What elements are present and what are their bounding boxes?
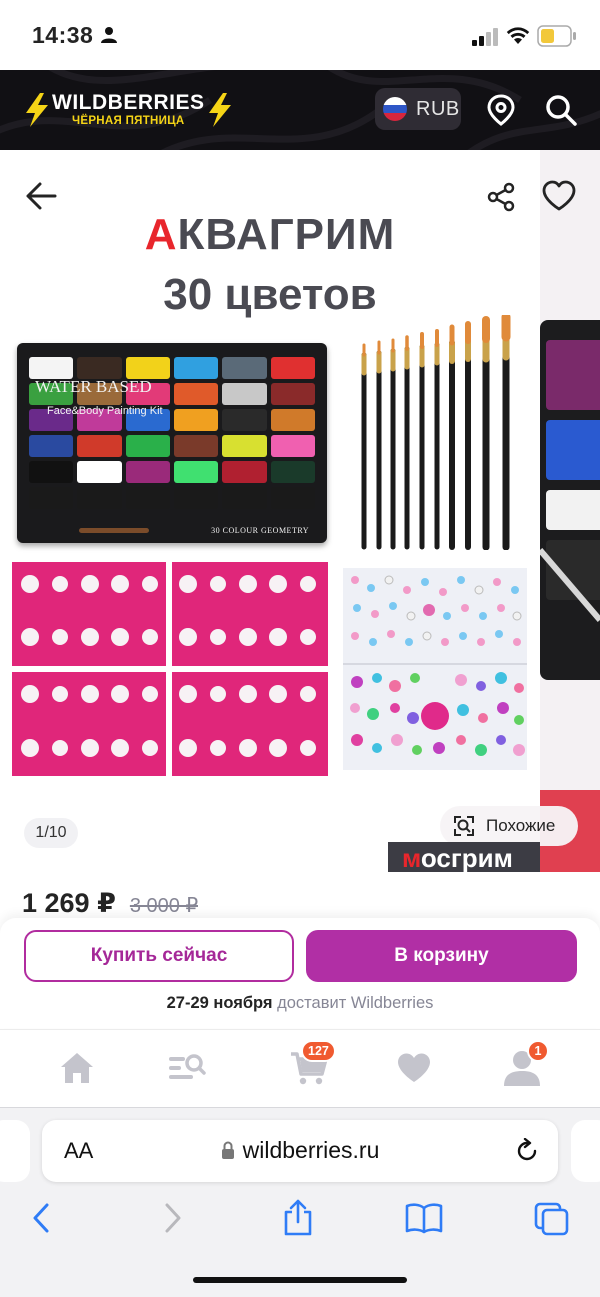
tab-catalog[interactable] bbox=[165, 1046, 209, 1090]
current-price: 1 269 ₽ bbox=[22, 888, 116, 918]
product-gallery[interactable]: АКВАГРИМ 30 цветов WATER BASED Face&Body… bbox=[0, 150, 600, 872]
promo-title: АКВАГРИМ bbox=[144, 210, 396, 259]
heart-icon bbox=[542, 180, 576, 211]
share-icon[interactable] bbox=[282, 1198, 314, 1236]
cart-badge: 127 bbox=[301, 1040, 336, 1062]
paint-palette-image: WATER BASED Face&Body Painting Kit 30 CO… bbox=[17, 343, 327, 543]
promo-subtitle: 30 цветов bbox=[163, 270, 377, 319]
product-image[interactable]: АКВАГРИМ 30 цветов WATER BASED Face&Body… bbox=[0, 150, 540, 872]
url-text: wildberries.ru bbox=[242, 1137, 380, 1163]
browser-toolbar: AA wildberries.ru bbox=[0, 1107, 600, 1297]
brushes-image bbox=[361, 315, 511, 550]
back-chevron-icon[interactable] bbox=[30, 1202, 54, 1234]
add-to-cart-button[interactable]: В корзину bbox=[306, 930, 577, 982]
similar-products-button[interactable]: Похожие bbox=[440, 806, 578, 846]
delivery-info: 27-29 ноября доставит Wildberries bbox=[0, 994, 600, 1013]
profile-badge: 1 bbox=[527, 1040, 549, 1062]
location-pin-icon[interactable] bbox=[486, 94, 516, 126]
buy-panel: Купить сейчас В корзину 27-29 ноября дос… bbox=[0, 918, 600, 1028]
lightning-icon bbox=[208, 93, 231, 127]
brand-name: WILDBERRIES bbox=[52, 91, 205, 115]
similar-search-icon bbox=[454, 816, 474, 836]
similar-label: Похожие bbox=[486, 816, 556, 835]
currency-label: RUB bbox=[416, 97, 460, 120]
brand-subtitle: ЧЁРНАЯ ПЯТНИЦА bbox=[71, 115, 185, 128]
url-display[interactable]: wildberries.ru bbox=[42, 1137, 558, 1164]
palette-label-bottom: 30 COLOUR GEOMETRY bbox=[211, 526, 309, 535]
wildberries-logo[interactable]: WILDBERRIES ЧЁРНАЯ ПЯТНИЦА bbox=[24, 88, 233, 132]
favorites-heart-icon bbox=[398, 1053, 430, 1082]
share-icon[interactable] bbox=[486, 182, 516, 212]
next-tab-preview[interactable] bbox=[571, 1120, 600, 1182]
bottom-tab-bar: 127 1 bbox=[0, 1029, 600, 1107]
tab-favorites[interactable] bbox=[392, 1046, 436, 1090]
old-price: 3 000 ₽ bbox=[129, 895, 199, 917]
palette-label-sub: Face&Body Painting Kit bbox=[47, 405, 163, 417]
prev-tab-preview[interactable] bbox=[0, 1120, 30, 1182]
gems-image bbox=[343, 568, 527, 770]
buy-now-button[interactable]: Купить сейчас bbox=[24, 930, 294, 982]
tab-home[interactable] bbox=[55, 1046, 99, 1090]
bookmarks-icon[interactable] bbox=[405, 1202, 443, 1234]
currency-selector[interactable]: RUB bbox=[375, 88, 461, 130]
catalog-search-icon bbox=[169, 1054, 206, 1079]
person-icon bbox=[101, 27, 117, 43]
palette-brush bbox=[79, 528, 149, 533]
wifi-icon bbox=[506, 27, 530, 44]
search-icon[interactable] bbox=[545, 94, 577, 126]
next-slide-brand: мосгрим bbox=[388, 842, 540, 872]
delivery-dates: 27-29 ноября bbox=[166, 994, 273, 1012]
price-row: 1 269 ₽ 3 000 ₽ bbox=[22, 888, 198, 922]
tab-cart[interactable]: 127 bbox=[287, 1040, 336, 1090]
next-slide-preview[interactable] bbox=[540, 150, 600, 872]
home-indicator[interactable] bbox=[193, 1277, 407, 1283]
delivery-by: доставит Wildberries bbox=[277, 994, 434, 1012]
forward-chevron-icon[interactable] bbox=[160, 1202, 184, 1234]
tabs-icon[interactable] bbox=[534, 1202, 570, 1236]
battery-icon bbox=[537, 25, 576, 47]
russia-flag-icon bbox=[383, 97, 407, 121]
back-arrow-icon[interactable] bbox=[22, 178, 58, 214]
lightning-icon bbox=[26, 93, 48, 127]
address-bar[interactable]: AA wildberries.ru bbox=[42, 1120, 558, 1182]
reload-icon[interactable] bbox=[514, 1138, 540, 1164]
status-bar: 14:38 bbox=[0, 0, 600, 70]
favorite-button[interactable] bbox=[541, 180, 577, 217]
image-counter: 1/10 bbox=[24, 818, 78, 848]
status-time: 14:38 bbox=[32, 22, 94, 48]
palette-label-main: WATER BASED bbox=[35, 377, 152, 396]
tab-profile[interactable]: 1 bbox=[500, 1040, 549, 1090]
lock-icon bbox=[221, 1141, 234, 1159]
signal-icon bbox=[472, 28, 498, 46]
home-icon bbox=[61, 1053, 93, 1083]
